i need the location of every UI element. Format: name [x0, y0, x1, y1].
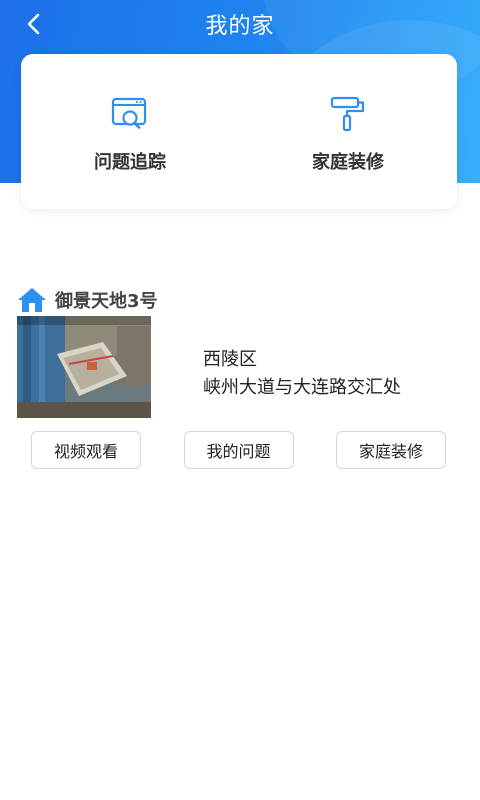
estate-body: 西陵区 峡州大道与大连路交汇处: [17, 316, 463, 418]
paint-roller-icon: [330, 96, 365, 132]
menu-item-home-decoration[interactable]: 家庭装修: [239, 54, 457, 209]
menu-item-issue-tracking[interactable]: 问题追踪: [21, 54, 239, 209]
quick-menu-card: 问题追踪 家庭装修: [21, 54, 457, 209]
my-issues-button[interactable]: 我的问题: [183, 431, 294, 469]
watch-video-button[interactable]: 视频观看: [31, 431, 141, 469]
estate-header: 御景天地3号: [17, 286, 463, 314]
estate-video-thumbnail[interactable]: [17, 316, 151, 418]
home-icon: [18, 288, 46, 312]
estate-actions: 视频观看 我的问题 家庭装修: [17, 431, 463, 469]
construction-site-image: [17, 316, 151, 418]
estate-name: 御景天地3号: [55, 291, 158, 312]
estate-district: 西陵区: [203, 349, 257, 370]
estate-address: 西陵区 峡州大道与大连路交汇处: [203, 316, 401, 418]
page-title: 我的家: [205, 14, 275, 39]
estate-card: 御景天地3号 西陵区 峡州大道与大连路交汇处 视频观看 我的问题 家庭装修: [17, 286, 463, 469]
folder-search-icon: [111, 97, 147, 129]
menu-item-label: 问题追踪: [94, 152, 166, 173]
menu-item-label: 家庭装修: [312, 152, 384, 173]
home-decoration-button[interactable]: 家庭装修: [336, 431, 446, 469]
estate-street: 峡州大道与大连路交汇处: [203, 377, 401, 398]
